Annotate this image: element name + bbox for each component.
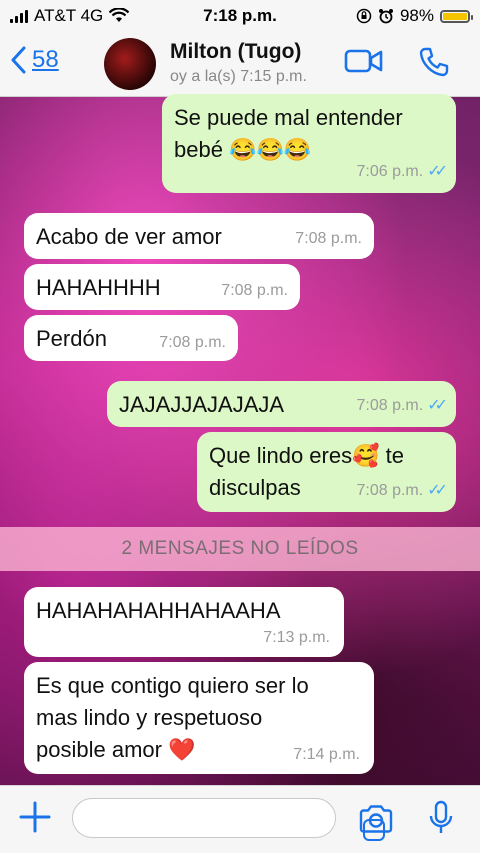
battery-icon	[440, 9, 473, 23]
message-incoming[interactable]: Acabo de ver amor 7:08 p.m.	[24, 213, 374, 259]
unread-count: 58	[32, 46, 59, 73]
last-seen: oy a la(s) 7:15 p.m.	[170, 68, 307, 85]
message-incoming[interactable]: Es que contigo quiero ser lo mas lindo y…	[24, 662, 374, 774]
message-time: 7:08 p.m.	[221, 281, 288, 299]
message-text: HAHAHAHAHHAHAAHA	[36, 598, 281, 623]
avatar[interactable]	[104, 38, 156, 90]
message-incoming[interactable]: Perdón 7:08 p.m.	[24, 315, 238, 361]
orientation-lock-icon	[356, 8, 372, 24]
read-ticks-icon: ✓✓	[427, 163, 448, 181]
message-time: 7:08 p.m.	[356, 482, 424, 500]
message-meta: 7:06 p.m. ✓✓	[356, 153, 448, 185]
status-bar: AT&T 4G 7:18 p.m. 98%	[0, 0, 480, 32]
message-text: Perdón	[36, 326, 107, 351]
message-meta: 7:08 p.m. ✓✓	[356, 472, 448, 504]
message-outgoing[interactable]: JAJAJJAJAJAJA 7:08 p.m. ✓✓	[107, 381, 456, 427]
message-text: Acabo de ver amor	[36, 224, 222, 249]
message-time: 7:06 p.m.	[356, 163, 424, 181]
message-time: 7:08 p.m.	[159, 333, 226, 351]
chat-header: 58 Milton (Tugo) oy a la(s) 7:15 p.m.	[0, 32, 480, 97]
message-outgoing[interactable]: Que lindo eres🥰 te disculpas 7:08 p.m. ✓✓	[197, 432, 456, 512]
message-meta: 7:08 p.m. ✓✓	[356, 387, 448, 419]
alarm-icon	[378, 9, 393, 24]
unread-messages-banner: 2 MENSAJES NO LEÍDOS	[0, 527, 480, 571]
battery-fill	[443, 12, 467, 20]
message-time: 7:08 p.m.	[356, 397, 424, 415]
message-text: Que lindo eres🥰 te	[209, 443, 404, 468]
message-incoming[interactable]: HAHAHAHAHHAHAAHA 7:13 p.m.	[24, 587, 344, 657]
message-text: mas lindo y respetuoso	[36, 704, 263, 730]
message-incoming[interactable]: HAHAHHHH 7:08 p.m.	[24, 264, 300, 310]
back-button[interactable]: 58	[10, 46, 59, 74]
chevron-left-icon	[11, 46, 26, 74]
message-input[interactable]	[72, 798, 385, 841]
message-time: 7:14 p.m.	[293, 745, 360, 763]
message-outgoing[interactable]: Se puede mal entender bebé 😂😂😂 7:06 p.m.…	[162, 94, 456, 193]
read-ticks-icon: ✓✓	[427, 397, 448, 415]
video-camera-icon[interactable]	[344, 46, 384, 76]
message-text: Es que contigo quiero ser lo	[36, 673, 309, 698]
microphone-icon[interactable]	[428, 800, 454, 838]
message-text: Se puede mal entender	[174, 105, 403, 130]
composer-bar	[0, 785, 480, 853]
message-time: 7:13 p.m.	[263, 628, 330, 646]
message-text: JAJAJJAJAJAJA	[119, 392, 285, 417]
plus-icon[interactable]	[18, 800, 52, 834]
status-right: 98%	[356, 6, 473, 26]
message-text: HAHAHHHH	[36, 275, 161, 300]
camera-icon[interactable]	[358, 804, 394, 834]
read-ticks-icon: ✓✓	[427, 482, 448, 500]
phone-icon[interactable]	[418, 46, 450, 78]
contact-name[interactable]: Milton (Tugo)	[170, 40, 301, 64]
battery-percent: 98%	[399, 6, 434, 25]
message-time: 7:08 p.m.	[295, 229, 362, 247]
